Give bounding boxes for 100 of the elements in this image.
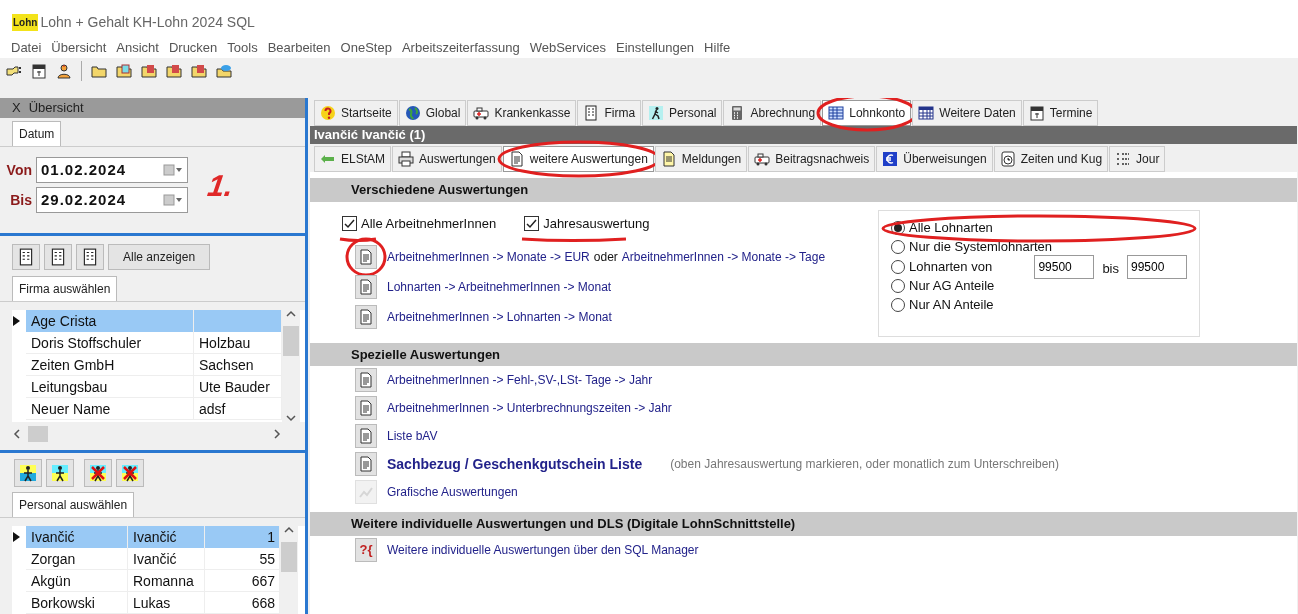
tab[interactable]: Meldungen bbox=[654, 146, 748, 172]
tab[interactable]: Termine bbox=[1022, 100, 1099, 126]
table-row[interactable]: Leitungsbau Ute Bauder bbox=[12, 376, 282, 398]
table-cell: Ute Bauder bbox=[199, 378, 270, 395]
tab[interactable]: Global bbox=[398, 100, 467, 126]
building-button[interactable] bbox=[76, 244, 104, 270]
table-row[interactable]: Neuer Name adsf bbox=[12, 398, 282, 420]
show-all-button[interactable]: Alle anzeigen bbox=[108, 244, 211, 270]
date-field[interactable]: 01.02.2024 bbox=[36, 157, 188, 183]
tab[interactable]: Zeiten und Kug bbox=[993, 146, 1109, 172]
report-link[interactable]: ArbeitnehmerInnen -> Unterbrechnungszeiten -> Jahr bbox=[387, 399, 672, 417]
tab[interactable]: Datum bbox=[12, 121, 62, 146]
tab[interactable]: Jour bbox=[1109, 146, 1166, 172]
menu-item[interactable]: Einstellungen bbox=[611, 38, 700, 58]
building-button[interactable] bbox=[44, 244, 72, 270]
table-row[interactable]: Doris Stoffschuler Holzbau bbox=[12, 332, 282, 354]
radio-button[interactable] bbox=[891, 279, 905, 293]
tab[interactable]: Auswertungen bbox=[392, 146, 502, 172]
checkbox-label: Jahresauswertung bbox=[543, 214, 650, 233]
report-button[interactable] bbox=[355, 304, 377, 329]
pointing-hand-icon[interactable] bbox=[6, 63, 22, 79]
table-cell: Ivančić bbox=[133, 528, 177, 545]
menu-item[interactable]: Datei bbox=[6, 38, 47, 58]
person-button[interactable] bbox=[84, 459, 112, 487]
scrollbar-thumb[interactable] bbox=[281, 542, 297, 572]
report-link[interactable]: Sachbezug / Geschenkgutschein Liste bbox=[387, 453, 643, 475]
menu-item[interactable]: Bearbeiten bbox=[262, 38, 336, 58]
calendar-icon[interactable] bbox=[31, 63, 47, 79]
person-button[interactable] bbox=[14, 459, 42, 487]
folder-icon[interactable] bbox=[116, 63, 132, 79]
menu-item[interactable]: Drucken bbox=[163, 38, 223, 58]
number-field[interactable]: 99500 bbox=[1127, 254, 1187, 279]
scrollbar-thumb[interactable] bbox=[28, 426, 48, 442]
person-button[interactable] bbox=[46, 459, 74, 487]
report-link[interactable]: ArbeitnehmerInnen -> Monate -> EUR bbox=[387, 247, 590, 266]
tab[interactable]: Beitragsnachweis bbox=[748, 146, 876, 172]
table-row[interactable]: Ivančić Ivančić 1 bbox=[12, 526, 280, 548]
report-button[interactable] bbox=[355, 244, 377, 269]
scrollbar-thumb[interactable] bbox=[283, 326, 299, 356]
tab[interactable]: Firma bbox=[577, 100, 642, 126]
tab[interactable]: Personal bbox=[642, 100, 723, 126]
radio-button[interactable] bbox=[891, 259, 905, 274]
checkbox[interactable] bbox=[524, 216, 540, 231]
building-icon bbox=[81, 248, 99, 267]
report-button[interactable]: ?{ bbox=[355, 537, 377, 562]
folder-icon[interactable] bbox=[166, 63, 182, 79]
report-link[interactable]: ArbeitnehmerInnen -> Monate -> Tage bbox=[621, 247, 826, 266]
folder-icon[interactable] bbox=[141, 63, 157, 79]
folder-icon[interactable] bbox=[216, 63, 232, 79]
document-icon bbox=[660, 151, 677, 167]
tab[interactable]: Personal auswählen bbox=[12, 492, 135, 517]
tab[interactable]: Abrechnung bbox=[723, 100, 822, 126]
tab[interactable]: Überweisungen bbox=[876, 146, 993, 172]
report-button[interactable] bbox=[355, 452, 377, 476]
person-button[interactable] bbox=[116, 459, 144, 487]
menu-item[interactable]: Tools bbox=[222, 38, 263, 58]
table-row[interactable]: Borkowski Lukas 668 bbox=[12, 592, 280, 614]
connector-text: oder bbox=[593, 248, 618, 266]
report-button[interactable] bbox=[355, 424, 377, 448]
building-button[interactable] bbox=[12, 244, 40, 270]
radio-label: Lohnarten von bbox=[909, 258, 993, 274]
menu-item[interactable]: Hilfe bbox=[699, 38, 736, 58]
report-link[interactable]: ArbeitnehmerInnen -> Lohnarten -> Monat bbox=[387, 307, 612, 326]
scroll-left-icon bbox=[12, 429, 22, 439]
date-field[interactable]: 29.02.2024 bbox=[36, 187, 188, 213]
tab[interactable]: Firma auswählen bbox=[12, 276, 118, 301]
table-row[interactable]: Akgün Romanna 667 bbox=[12, 570, 280, 592]
menu-item[interactable]: Ansicht bbox=[111, 38, 164, 58]
close-button[interactable]: X bbox=[12, 98, 21, 118]
report-link[interactable]: Liste bAV bbox=[387, 427, 438, 445]
report-link[interactable]: Lohnarten -> ArbeitnehmerInnen -> Monat bbox=[387, 277, 612, 296]
number-field[interactable]: 99500 bbox=[1034, 254, 1095, 279]
table-row[interactable]: Zeiten GmbH Sachsen bbox=[12, 354, 282, 376]
tab[interactable]: Lohnkonto bbox=[822, 100, 912, 126]
report-button[interactable] bbox=[355, 396, 377, 420]
range-label: bis bbox=[1102, 259, 1119, 278]
scroll-down-icon bbox=[286, 414, 296, 422]
person-icon[interactable] bbox=[56, 63, 72, 79]
menu-item[interactable]: Arbeitszeiterfassung bbox=[396, 38, 525, 58]
tab[interactable]: Weitere Daten bbox=[912, 100, 1022, 126]
report-link[interactable]: Grafische Auswertungen bbox=[387, 483, 518, 501]
folder-icon[interactable] bbox=[191, 63, 207, 79]
checkbox[interactable] bbox=[342, 216, 357, 231]
menu-item[interactable]: OneStep bbox=[335, 38, 397, 58]
tab[interactable]: weitere Auswertungen bbox=[502, 146, 654, 172]
tab[interactable]: Krankenkasse bbox=[467, 100, 577, 126]
walking-person-icon bbox=[19, 464, 37, 483]
menu-item[interactable]: WebServices bbox=[524, 38, 612, 58]
folder-icon[interactable] bbox=[91, 63, 107, 79]
report-button[interactable] bbox=[355, 274, 377, 299]
report-button[interactable] bbox=[355, 368, 377, 392]
menu-item[interactable]: Übersicht bbox=[46, 38, 112, 58]
report-link[interactable]: Weitere individuelle Auswertungen über den SQL Manager bbox=[387, 540, 699, 559]
tab[interactable]: ELStAM bbox=[314, 146, 391, 172]
walking-person-icon bbox=[648, 105, 665, 121]
radio-button[interactable] bbox=[891, 298, 905, 312]
radio-button[interactable] bbox=[891, 240, 905, 254]
tab[interactable]: Startseite bbox=[314, 100, 398, 126]
report-link[interactable]: ArbeitnehmerInnen -> Fehl-,SV-,LSt- Tage -> Jahr bbox=[387, 371, 653, 389]
table-row[interactable]: Zorgan Ivančić 55 bbox=[12, 548, 280, 570]
